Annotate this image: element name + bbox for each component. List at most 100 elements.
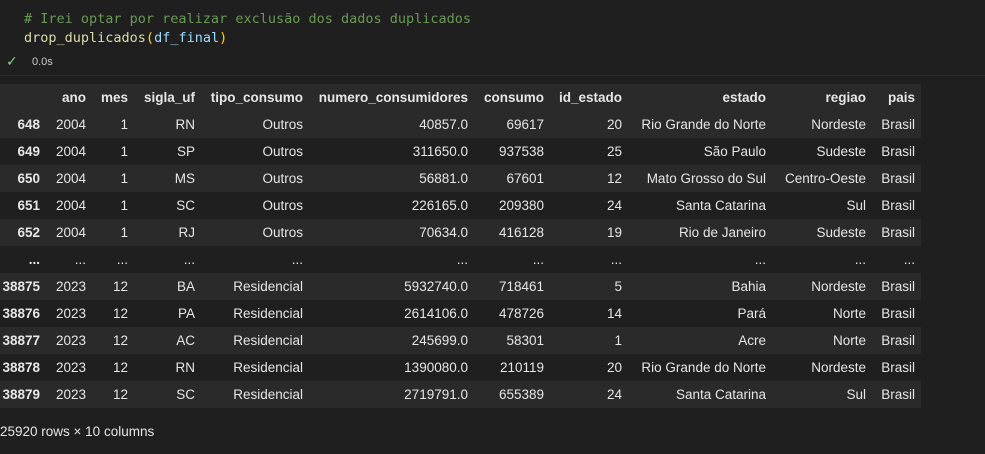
cell-id-estado: 20 <box>606 117 622 132</box>
cell-consumo: ... <box>532 252 544 267</box>
header-mes: mes <box>100 90 128 105</box>
dataframe-table: ano mes sigla_uf tipo_consumo numero_con… <box>0 84 921 408</box>
cell-ano: 2004 <box>55 144 86 159</box>
cell-regiao: Sudeste <box>816 144 866 159</box>
cell-estado: Santa Catarina <box>675 387 766 402</box>
cell-consumo: 210119 <box>499 360 544 375</box>
table-row: 651 2004 1 SC Outros 226165.0 209380 24 Santa Ca… <box>0 192 921 219</box>
cell-tipo-consumo: Residencial <box>233 306 303 321</box>
cell-pais: Brasil <box>881 117 915 132</box>
cell-index: 38877 <box>2 333 40 348</box>
cell-sigla-uf: SC <box>176 387 195 402</box>
cell-estado: Rio de Janeiro <box>678 225 766 240</box>
cell-mes: 1 <box>120 144 128 159</box>
cell-sigla-uf: ... <box>183 252 195 267</box>
cell-pais: Brasil <box>881 387 915 402</box>
cell-numero-consumidores: 245699.0 <box>411 333 468 348</box>
cell-mes: ... <box>116 252 128 267</box>
cell-id-estado: 19 <box>606 225 622 240</box>
cell-index: 648 <box>17 117 40 132</box>
cell-regiao: Sudeste <box>816 225 866 240</box>
cell-regiao: Nordeste <box>811 360 866 375</box>
table-body: 648 2004 1 RN Outros 40857.0 69617 20 Rio Grande… <box>0 111 921 408</box>
cell-sigla-uf: SC <box>176 198 195 213</box>
close-paren: ) <box>219 30 228 46</box>
output-divider <box>0 75 985 76</box>
cell-ano: ... <box>74 252 86 267</box>
cell-id-estado: 1 <box>614 333 622 348</box>
cell-consumo: 58301 <box>506 333 544 348</box>
cell-sigla-uf: SP <box>176 144 195 159</box>
cell-tipo-consumo: Outros <box>262 117 303 132</box>
code-comment: # Irei optar por realizar exclusão dos d… <box>24 11 472 27</box>
cell-ano: 2023 <box>55 333 86 348</box>
cell-estado: Rio Grande do Norte <box>641 117 766 132</box>
open-paren: ( <box>145 30 155 46</box>
cell-mes: 12 <box>112 360 128 375</box>
cell-mes: 12 <box>112 387 128 402</box>
function-argument: df_final <box>154 30 220 46</box>
cell-ano: 2023 <box>55 387 86 402</box>
cell-estado: Santa Catarina <box>675 198 766 213</box>
cell-ano: 2023 <box>55 279 86 294</box>
cell-mes: 12 <box>112 279 128 294</box>
cell-pais: Brasil <box>881 360 915 375</box>
cell-mes: 1 <box>120 117 128 132</box>
cell-ano: 2004 <box>55 171 86 186</box>
cell-id-estado: ... <box>610 252 622 267</box>
table-row: 649 2004 1 SP Outros 311650.0 937538 25 São Paul… <box>0 138 921 165</box>
cell-numero-consumidores: 2719791.0 <box>404 387 468 402</box>
cell-pais: Brasil <box>881 333 915 348</box>
cell-index: 649 <box>17 144 40 159</box>
cell-mes: 1 <box>120 225 128 240</box>
header-tipo-consumo: tipo_consumo <box>210 90 303 105</box>
cell-consumo: 718461 <box>498 279 544 294</box>
cell-consumo: 478726 <box>498 306 544 321</box>
table-row: 38879 2023 12 SC Residencial 2719791.0 655389 2… <box>0 381 921 408</box>
table-row: 650 2004 1 MS Outros 56881.0 67601 12 Mato Gross… <box>0 165 921 192</box>
cell-sigla-uf: AC <box>176 333 195 348</box>
cell-consumo: 69617 <box>506 117 544 132</box>
cell-pais: Brasil <box>881 198 915 213</box>
cell-index: 652 <box>17 225 40 240</box>
cell-tipo-consumo: Residencial <box>233 279 303 294</box>
cell-regiao: Norte <box>832 306 866 321</box>
cell-ano: 2023 <box>55 360 86 375</box>
header-id-estado: id_estado <box>558 90 622 105</box>
cell-index: 650 <box>17 171 40 186</box>
cell-tipo-consumo: Outros <box>262 144 303 159</box>
header-estado: estado <box>722 90 766 105</box>
cell-ano: 2004 <box>55 198 86 213</box>
cell-regiao: Nordeste <box>811 117 866 132</box>
cell-regiao: Norte <box>832 333 866 348</box>
cell-tipo-consumo: Residencial <box>233 360 303 375</box>
cell-regiao: Sul <box>846 198 866 213</box>
cell-numero-consumidores: 226165.0 <box>411 198 468 213</box>
cell-estado: Mato Grosso do Sul <box>646 171 766 186</box>
cell-estado: Acre <box>738 333 766 348</box>
cell-ano: 2023 <box>55 306 86 321</box>
cell-consumo: 209380 <box>498 198 544 213</box>
cell-numero-consumidores: 2614106.0 <box>404 306 468 321</box>
cell-estado: São Paulo <box>703 144 766 159</box>
cell-id-estado: 20 <box>606 360 622 375</box>
cell-index: 38878 <box>2 360 40 375</box>
cell-pais: Brasil <box>881 225 915 240</box>
code-cell[interactable]: # Irei optar por realizar exclusão dos d… <box>0 0 985 50</box>
cell-consumo: 655389 <box>498 387 544 402</box>
cell-sigla-uf: PA <box>177 306 195 321</box>
check-icon: ✓ <box>6 54 18 70</box>
cell-sigla-uf: MS <box>174 171 195 186</box>
table-row: 652 2004 1 RJ Outros 70634.0 416128 19 Rio de Ja… <box>0 219 921 246</box>
cell-numero-consumidores: 70634.0 <box>419 225 468 240</box>
table-row: 38875 2023 12 BA Residencial 5932740.0 718461 5… <box>0 273 921 300</box>
execution-duration: 0.0s <box>32 56 53 68</box>
table-row: 648 2004 1 RN Outros 40857.0 69617 20 Rio Grande… <box>0 111 921 138</box>
cell-id-estado: 24 <box>606 198 622 213</box>
cell-ano: 2004 <box>55 117 86 132</box>
header-regiao: regiao <box>825 90 866 105</box>
cell-id-estado: 14 <box>606 306 622 321</box>
cell-index: 38875 <box>2 279 40 294</box>
cell-status: ✓ 0.0s <box>0 52 985 74</box>
table-row: 38877 2023 12 AC Residencial 245699.0 58301 1 Ac… <box>0 327 921 354</box>
